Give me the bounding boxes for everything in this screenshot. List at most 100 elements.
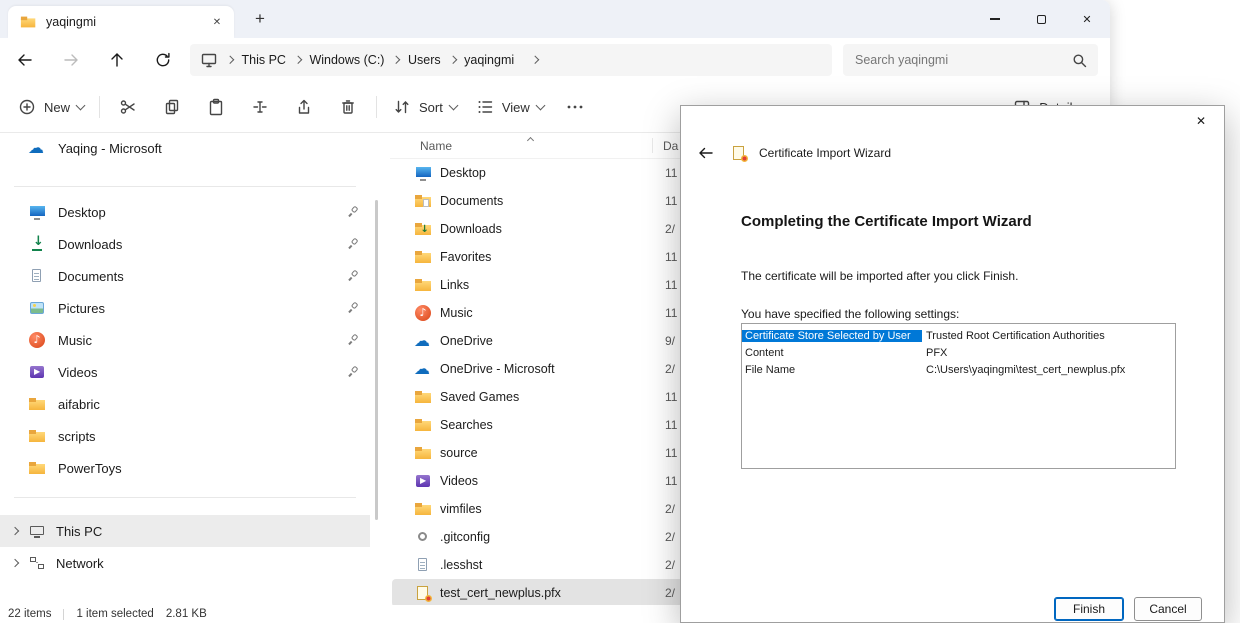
wizard-header: Certificate Import Wizard [681, 138, 1224, 168]
sidebar-item-label: Music [58, 333, 334, 348]
file-row[interactable]: test_cert_newplus.pfx 2/ [392, 579, 714, 607]
column-header-name[interactable]: Name [420, 139, 452, 153]
sidebar-scrollbar[interactable] [375, 200, 378, 520]
file-date: 2/ [665, 558, 675, 572]
sidebar-item[interactable]: Documents [0, 260, 370, 292]
pin-icon [343, 202, 363, 222]
sidebar-item[interactable]: Videos [0, 356, 370, 388]
file-name: Downloads [440, 222, 502, 236]
refresh-icon [153, 50, 173, 70]
search-input[interactable] [853, 52, 1071, 68]
sidebar-item[interactable]: PowerToys [0, 452, 370, 484]
cut-button[interactable] [106, 88, 150, 126]
back-arrow-icon [697, 144, 715, 162]
forward-button[interactable] [48, 42, 94, 78]
breadcrumb-item[interactable]: Windows (C:) [309, 53, 384, 67]
column-divider[interactable] [652, 138, 653, 153]
setting-row[interactable]: File Name C:\Users\yaqingmi\test_cert_ne… [742, 361, 1175, 378]
breadcrumb-chevron-icon[interactable] [392, 56, 400, 64]
finish-button[interactable]: Finish [1054, 597, 1124, 621]
sidebar-item-icon [28, 235, 46, 253]
up-button[interactable] [94, 42, 140, 78]
sidebar-item[interactable]: Downloads [0, 228, 370, 260]
file-row[interactable]: source 11 [392, 439, 714, 467]
file-row[interactable]: Saved Games 11 [392, 383, 714, 411]
tab-close-icon[interactable]: ✕ [206, 11, 228, 33]
dialog-close-button[interactable]: ✕ [1178, 106, 1224, 136]
close-button[interactable]: ✕ [1064, 0, 1110, 38]
sidebar-item[interactable]: scripts [0, 420, 370, 452]
sidebar-item-label: Desktop [58, 205, 334, 220]
view-button[interactable]: View [466, 88, 553, 126]
refresh-button[interactable] [140, 42, 186, 78]
sidebar-item[interactable]: Desktop [0, 196, 370, 228]
ellipsis-icon [565, 97, 585, 117]
minimize-button[interactable] [972, 0, 1018, 38]
copy-button[interactable] [150, 88, 194, 126]
new-button[interactable]: New [8, 88, 93, 126]
file-row[interactable]: .gitconfig 2/ [392, 523, 714, 551]
breadcrumb-chevron-icon[interactable] [448, 56, 456, 64]
sidebar-item-label: PowerToys [58, 461, 334, 476]
expand-chevron-icon[interactable] [11, 527, 19, 535]
file-row[interactable]: Favorites 11 [392, 243, 714, 271]
file-row[interactable]: Desktop 11 [392, 159, 714, 187]
file-row[interactable]: .lesshst 2/ [392, 551, 714, 579]
explorer-tab[interactable]: yaqingmi ✕ [8, 6, 234, 38]
new-tab-button[interactable]: + [246, 5, 274, 33]
setting-row[interactable]: Certificate Store Selected by User Trust… [742, 327, 1175, 344]
rename-button[interactable] [238, 88, 282, 126]
selection-count: 1 item selected [76, 608, 153, 620]
search-box[interactable] [843, 44, 1098, 76]
sort-button[interactable]: Sort [383, 88, 466, 126]
sidebar-item-onedrive[interactable]: Yaqing - Microsoft [0, 133, 370, 163]
file-row[interactable]: Downloads 2/ [392, 215, 714, 243]
settings-list[interactable]: Certificate Store Selected by User Trust… [741, 323, 1176, 469]
sidebar-item-icon [28, 203, 46, 221]
sidebar-item-label: Videos [58, 365, 334, 380]
chevron-down-icon [535, 101, 545, 111]
delete-button[interactable] [326, 88, 370, 126]
back-button[interactable] [2, 42, 48, 78]
file-row[interactable]: vimfiles 2/ [392, 495, 714, 523]
file-icon [414, 472, 432, 490]
cancel-button[interactable]: Cancel [1134, 597, 1202, 621]
file-row[interactable]: Searches 11 [392, 411, 714, 439]
share-button[interactable] [282, 88, 326, 126]
column-header-date[interactable]: Da [663, 139, 678, 153]
wizard-back-button[interactable] [693, 140, 719, 166]
sidebar-item[interactable]: aifabric [0, 388, 370, 420]
sidebar-item-icon [28, 331, 46, 349]
wizard-heading: Completing the Certificate Import Wizard [741, 213, 1032, 230]
breadcrumb-chevron-icon[interactable] [294, 56, 302, 64]
file-row[interactable]: Links 11 [392, 271, 714, 299]
breadcrumb-item[interactable]: yaqingmi [464, 53, 514, 67]
wizard-title: Certificate Import Wizard [759, 146, 891, 160]
sidebar-tree-item[interactable]: This PC [0, 515, 370, 547]
expand-chevron-icon[interactable] [11, 559, 19, 567]
setting-row[interactable]: Content PFX [742, 344, 1175, 361]
maximize-button[interactable] [1018, 0, 1064, 38]
breadcrumb-chevron-icon[interactable] [226, 56, 234, 64]
breadcrumb-item[interactable]: This PC [242, 53, 286, 67]
paste-button[interactable] [194, 88, 238, 126]
more-options-button[interactable] [553, 88, 597, 126]
window-controls: ✕ [972, 0, 1110, 38]
file-row[interactable]: Music 11 [392, 299, 714, 327]
sidebar-tree-item[interactable]: Network [0, 547, 370, 579]
address-bar[interactable]: This PC Windows (C:) Users yaqingmi [190, 44, 832, 76]
breadcrumb-chevron-icon[interactable] [531, 56, 539, 64]
file-row[interactable]: Videos 11 [392, 467, 714, 495]
file-icon [414, 528, 432, 546]
file-icon [414, 248, 432, 266]
pin-icon [343, 330, 363, 350]
dialog-title-bar[interactable]: ✕ [681, 106, 1224, 138]
file-row[interactable]: Documents 11 [392, 187, 714, 215]
search-icon [1071, 52, 1088, 69]
breadcrumb-item[interactable]: Users [408, 53, 441, 67]
sidebar-item[interactable]: Music [0, 324, 370, 356]
sort-ascending-icon [527, 137, 534, 144]
file-row[interactable]: OneDrive 9/ [392, 327, 714, 355]
sidebar-item[interactable]: Pictures [0, 292, 370, 324]
file-row[interactable]: OneDrive - Microsoft 2/ [392, 355, 714, 383]
